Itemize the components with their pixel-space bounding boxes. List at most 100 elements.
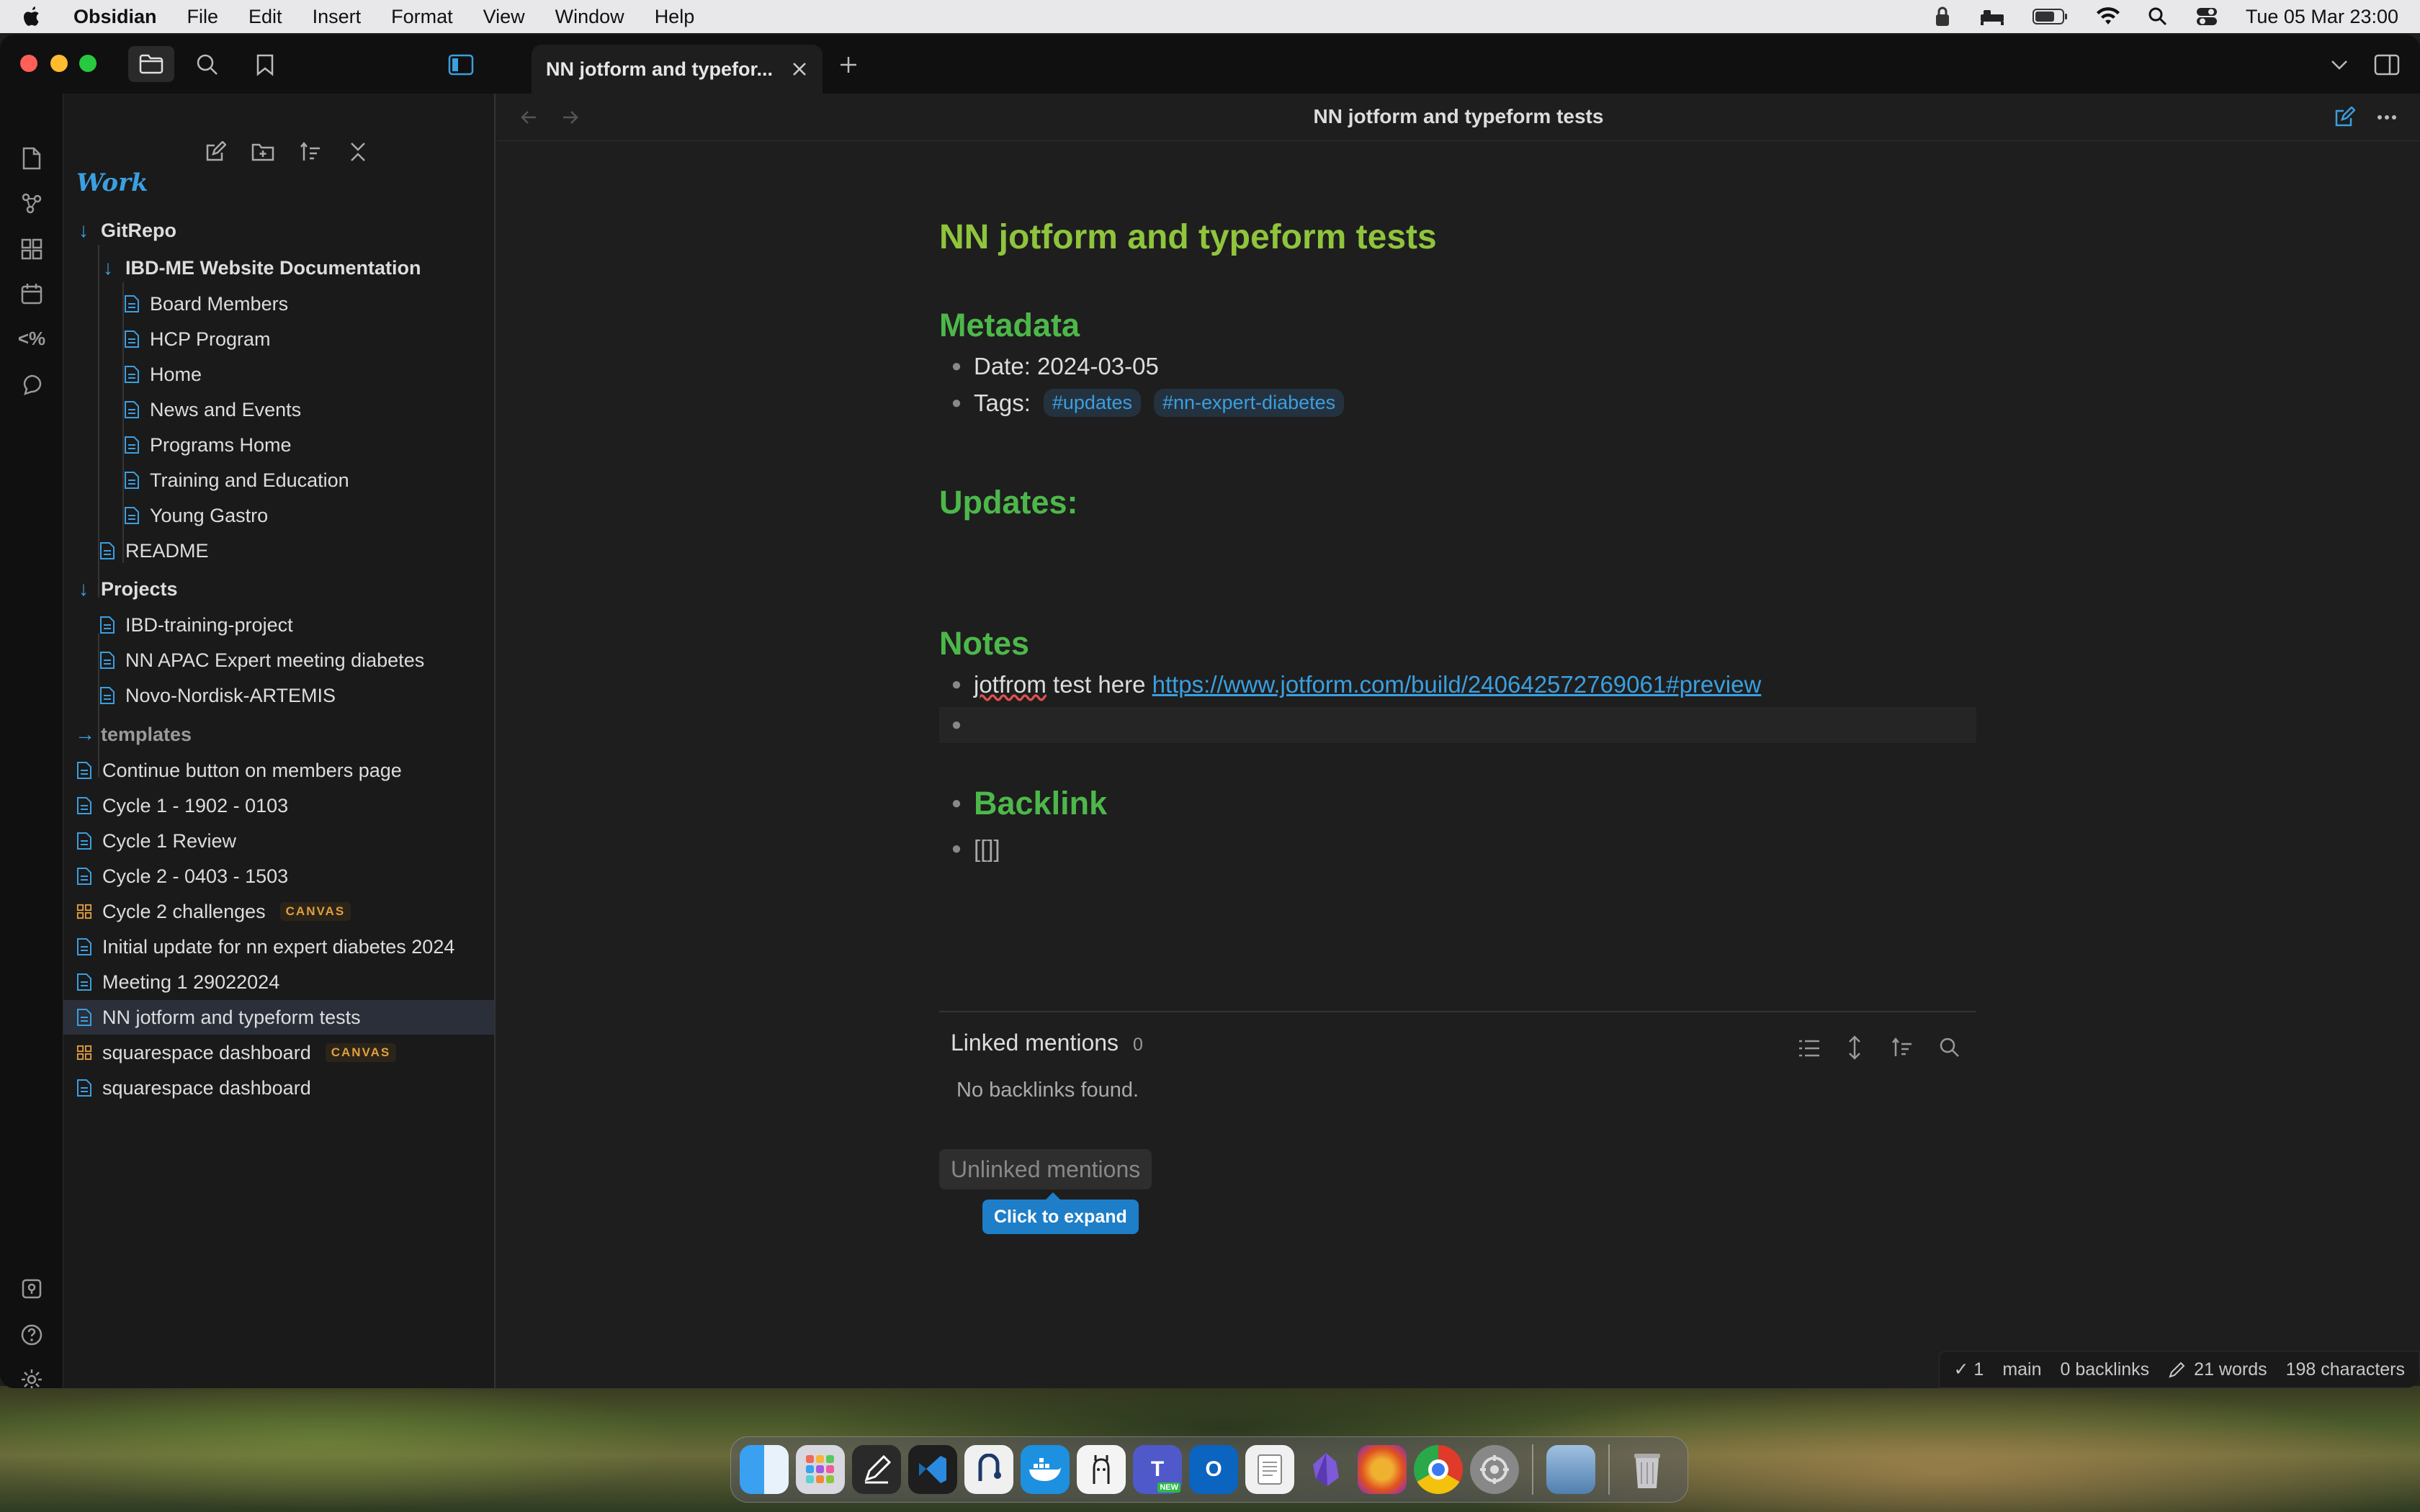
new-tab-button[interactable] <box>834 50 863 79</box>
docker-icon[interactable] <box>1021 1445 1070 1494</box>
heading-notes[interactable]: Notes <box>939 625 1029 662</box>
more-options-icon[interactable] <box>2377 114 2397 121</box>
new-folder-button[interactable] <box>239 134 287 170</box>
list-item-note[interactable]: ● jotfrom test here https://www.jotform.c… <box>939 671 1762 698</box>
menu-view[interactable]: View <box>483 6 525 28</box>
list-item-empty-wikilink[interactable]: ● [[]] <box>939 835 1000 863</box>
chevron-down-icon[interactable]: ↓ <box>75 577 92 600</box>
menu-help[interactable]: Help <box>655 6 695 28</box>
files-tab-button[interactable] <box>128 46 174 82</box>
tab-list-button[interactable] <box>2326 52 2352 78</box>
change-sort-order-icon[interactable] <box>1891 1037 1914 1058</box>
list-item-tags[interactable]: ● Tags: #updates #nn-expert-diabetes <box>939 389 1345 417</box>
file-ibd-training-project[interactable]: IBD-training-project <box>63 608 494 642</box>
heading-metadata[interactable]: Metadata <box>939 307 1080 344</box>
word-count[interactable]: 21 words <box>2168 1359 2267 1380</box>
file-meeting-1-29022024[interactable]: Meeting 1 29022024 <box>63 965 494 999</box>
system-settings-icon[interactable] <box>1470 1445 1519 1494</box>
obsidian-dock-icon[interactable] <box>1301 1445 1350 1494</box>
chat-bubble-icon[interactable] <box>17 370 46 399</box>
close-tab-icon[interactable] <box>791 60 808 78</box>
collapse-results-icon[interactable] <box>1798 1038 1821 1058</box>
file-board-members[interactable]: Board Members <box>63 287 494 321</box>
file-initial-update-nn-expert-diabetes-2024[interactable]: Initial update for nn expert diabetes 20… <box>63 930 494 964</box>
firefox-icon[interactable] <box>1358 1445 1407 1494</box>
chrome-icon[interactable] <box>1414 1445 1463 1494</box>
menu-edit[interactable]: Edit <box>248 6 282 28</box>
spotlight-search-icon[interactable] <box>2148 6 2168 27</box>
bookmarks-tab-button[interactable] <box>251 50 279 79</box>
menu-insert[interactable]: Insert <box>313 6 362 28</box>
finder-icon[interactable] <box>740 1445 789 1494</box>
ollama-icon[interactable] <box>1077 1445 1126 1494</box>
launchpad-icon[interactable] <box>796 1445 845 1494</box>
battery-icon[interactable] <box>2032 8 2069 25</box>
heading-updates[interactable]: Updates: <box>939 484 1078 521</box>
file-squarespace-dashboard[interactable]: squarespace dashboard <box>63 1071 494 1105</box>
file-cycle-1-1902-0103[interactable]: Cycle 1 - 1902 - 0103 <box>63 788 494 823</box>
edit-mode-icon[interactable] <box>2334 107 2355 128</box>
active-line-empty-bullet[interactable]: ● <box>939 707 1976 743</box>
menu-file[interactable]: File <box>187 6 219 28</box>
zoom-window-button[interactable] <box>79 55 97 72</box>
wifi-icon[interactable] <box>2096 7 2120 26</box>
bed-icon[interactable] <box>1979 7 2005 26</box>
view-title[interactable]: NN jotform and typeform tests <box>497 105 2420 128</box>
file-training-and-education[interactable]: Training and Education <box>63 463 494 498</box>
vault-switcher-icon[interactable] <box>17 1274 46 1303</box>
toggle-right-sidebar-button[interactable] <box>2372 50 2401 79</box>
backlink-count[interactable]: 0 backlinks <box>2061 1359 2150 1380</box>
file-cycle-2-challenges[interactable]: Cycle 2 challenges CANVAS <box>63 894 494 929</box>
tag-updates[interactable]: #updates <box>1043 389 1141 417</box>
toggle-left-sidebar-button[interactable] <box>447 50 475 79</box>
sourcetree-icon[interactable] <box>964 1445 1013 1494</box>
search-tab-button[interactable] <box>193 50 222 79</box>
templater-icon[interactable]: <% <box>14 324 49 353</box>
chevron-right-icon[interactable]: → <box>75 723 95 746</box>
collapse-all-button[interactable] <box>334 134 382 170</box>
canvas-icon[interactable] <box>17 235 46 264</box>
note-title[interactable]: NN jotform and typeform tests <box>939 217 1437 257</box>
vscode-icon[interactable] <box>908 1445 957 1494</box>
file-news-and-events[interactable]: News and Events <box>63 392 494 427</box>
tag-nn-expert-diabetes[interactable]: #nn-expert-diabetes <box>1153 389 1345 417</box>
chevron-down-icon[interactable]: ↓ <box>75 219 92 242</box>
menu-window[interactable]: Window <box>555 6 624 28</box>
change-sort-order-button[interactable] <box>287 134 334 170</box>
menu-app-name[interactable]: Obsidian <box>73 6 157 28</box>
list-item-date[interactable]: ● Date: 2024-03-05 <box>939 353 1159 380</box>
linked-mentions-header[interactable]: Linked mentions 0 <box>951 1030 1143 1056</box>
jotform-link[interactable]: https://www.jotform.com/build/2406425727… <box>1152 671 1762 698</box>
settings-gear-icon[interactable] <box>17 1365 46 1388</box>
open-quick-switcher-icon[interactable] <box>17 144 46 173</box>
textedit-icon[interactable] <box>1245 1445 1294 1494</box>
file-continue-button-on-members-page[interactable]: Continue button on members page <box>63 753 494 788</box>
folder-gitrepo[interactable]: ↓ GitRepo <box>63 213 494 248</box>
list-item-backlink-heading[interactable]: ● Backlink <box>939 785 1107 822</box>
misspelled-word[interactable]: jotfrom <box>974 671 1047 698</box>
lock-status-icon[interactable] <box>1933 6 1952 27</box>
menubar-clock[interactable]: Tue 05 Mar 23:00 <box>2246 6 2398 28</box>
apple-icon[interactable] <box>22 5 43 28</box>
close-window-button[interactable] <box>20 55 37 72</box>
outlook-icon[interactable]: O <box>1189 1445 1238 1494</box>
git-branch[interactable]: main <box>2002 1359 2041 1380</box>
show-more-context-icon[interactable] <box>1847 1035 1863 1060</box>
file-home[interactable]: Home <box>63 357 494 392</box>
trash-icon[interactable] <box>1623 1445 1672 1494</box>
new-note-button[interactable] <box>192 134 239 170</box>
file-cycle-1-review[interactable]: Cycle 1 Review <box>63 824 494 858</box>
downloads-stack-icon[interactable] <box>1546 1445 1595 1494</box>
file-novo-nordisk-artemis[interactable]: Novo-Nordisk-ARTEMIS <box>63 678 494 713</box>
daily-note-calendar-icon[interactable] <box>17 279 46 308</box>
file-hcp-program[interactable]: HCP Program <box>63 322 494 356</box>
menu-format[interactable]: Format <box>391 6 453 28</box>
file-nn-apac-expert-meeting-diabetes[interactable]: NN APAC Expert meeting diabetes <box>63 643 494 678</box>
vault-name[interactable]: Work <box>76 168 148 197</box>
file-nn-jotform-and-typeform-tests[interactable]: NN jotform and typeform tests <box>63 1000 494 1035</box>
control-center-icon[interactable] <box>2195 6 2218 27</box>
file-programs-home[interactable]: Programs Home <box>63 428 494 462</box>
folder-projects[interactable]: ↓ Projects <box>63 572 494 606</box>
file-readme[interactable]: README <box>63 534 494 568</box>
character-count[interactable]: 198 characters <box>2286 1359 2405 1380</box>
